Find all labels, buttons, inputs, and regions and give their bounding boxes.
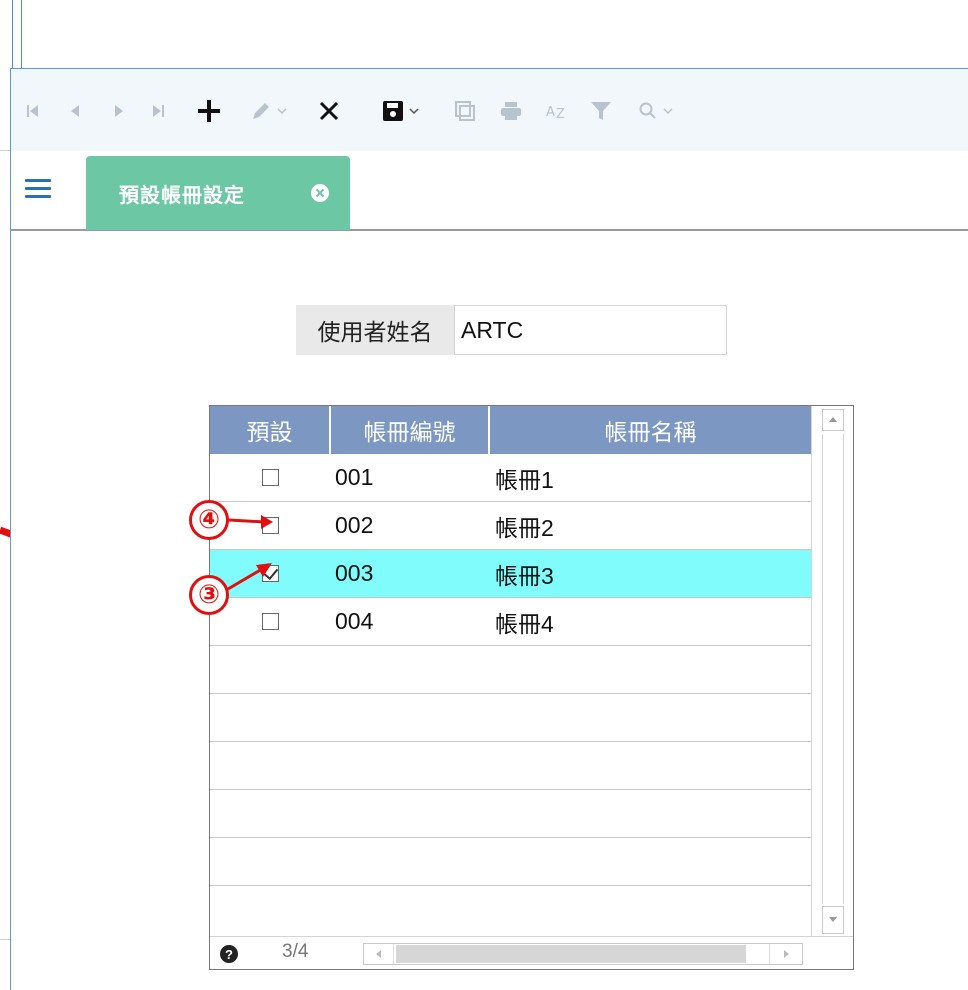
annotation-callout-3: ③: [189, 575, 229, 615]
default-checkbox[interactable]: [262, 469, 279, 486]
first-record-icon[interactable]: [19, 91, 47, 131]
tab-label: 預設帳冊設定: [119, 184, 245, 207]
ledger-code-cell: 003: [335, 560, 374, 586]
filter-icon[interactable]: [581, 91, 621, 131]
user-name-field[interactable]: ARTC: [454, 305, 727, 355]
ledger-name-cell: 帳冊4: [495, 610, 554, 637]
hamburger-menu-icon[interactable]: [25, 179, 51, 199]
tab-default-ledger-settings[interactable]: 預設帳冊設定: [86, 156, 350, 230]
ledger-code-cell: 004: [335, 608, 374, 634]
empty-row: [210, 646, 811, 694]
copy-icon[interactable]: [445, 91, 485, 131]
add-icon[interactable]: [189, 91, 229, 131]
user-name-label: 使用者姓名: [296, 305, 454, 355]
table-row[interactable]: 002 帳冊2: [210, 502, 811, 550]
ledger-code-cell: 002: [335, 512, 374, 538]
record-pager: 3/4: [282, 941, 309, 962]
ledger-grid: 預設 帳冊編號 帳冊名稱 001 帳冊1 002 帳冊2 003 帳冊3 004…: [209, 405, 854, 970]
annotation-arrow-icon: [227, 563, 272, 591]
column-header-default[interactable]: 預設: [210, 406, 331, 454]
scroll-up-icon[interactable]: [822, 409, 844, 431]
vertical-scrollbar[interactable]: [811, 406, 853, 936]
annotation-callout-4: ④: [189, 500, 229, 540]
table-row-selected[interactable]: 003 帳冊3: [210, 550, 811, 598]
scroll-track[interactable]: [822, 434, 844, 904]
sort-az-icon[interactable]: AZ: [537, 91, 577, 131]
empty-row: [210, 694, 811, 742]
table-row[interactable]: 001 帳冊1: [210, 454, 811, 502]
table-row[interactable]: 004 帳冊4: [210, 598, 811, 646]
screen: AZ 預設帳冊設定 使用者姓名 ARTC 預設 帳冊編號 帳冊名稱 001 帳冊…: [0, 0, 968, 990]
close-tab-icon[interactable]: [311, 184, 329, 202]
annotation-arrow-icon: [229, 515, 273, 529]
scroll-down-icon[interactable]: [822, 906, 844, 934]
background-window-edge: [12, 0, 22, 68]
grid-statusbar: ? 3/4: [210, 936, 853, 969]
delete-icon[interactable]: [309, 91, 349, 131]
ledger-code-cell: 001: [335, 464, 374, 490]
next-record-icon[interactable]: [105, 91, 133, 131]
print-icon[interactable]: [491, 91, 531, 131]
help-icon[interactable]: ?: [220, 945, 238, 963]
column-header-ledger-name[interactable]: 帳冊名稱: [490, 406, 811, 454]
grid-header: 預設 帳冊編號 帳冊名稱: [210, 406, 811, 454]
default-checkbox[interactable]: [262, 613, 279, 630]
svg-text:A: A: [546, 105, 555, 120]
empty-row: [210, 790, 811, 838]
last-record-icon[interactable]: [144, 91, 172, 131]
scroll-left-icon[interactable]: [364, 944, 394, 964]
column-header-ledger-code[interactable]: 帳冊編號: [331, 406, 490, 454]
edit-icon[interactable]: [239, 91, 299, 131]
app-window: AZ 預設帳冊設定 使用者姓名 ARTC 預設 帳冊編號 帳冊名稱 001 帳冊…: [10, 68, 968, 990]
scroll-right-icon[interactable]: [769, 944, 802, 964]
search-icon[interactable]: [626, 91, 686, 131]
empty-row: [210, 742, 811, 790]
empty-row: [210, 838, 811, 886]
ledger-name-cell: 帳冊3: [495, 562, 554, 589]
scroll-thumb[interactable]: [396, 945, 746, 963]
svg-text:Z: Z: [556, 107, 565, 120]
ledger-name-cell: 帳冊1: [495, 466, 554, 493]
toolbar: AZ: [11, 69, 968, 151]
ledger-name-cell: 帳冊2: [495, 514, 554, 541]
save-icon[interactable]: [371, 91, 431, 131]
prev-record-icon[interactable]: [61, 91, 89, 131]
horizontal-scrollbar[interactable]: [363, 943, 803, 965]
